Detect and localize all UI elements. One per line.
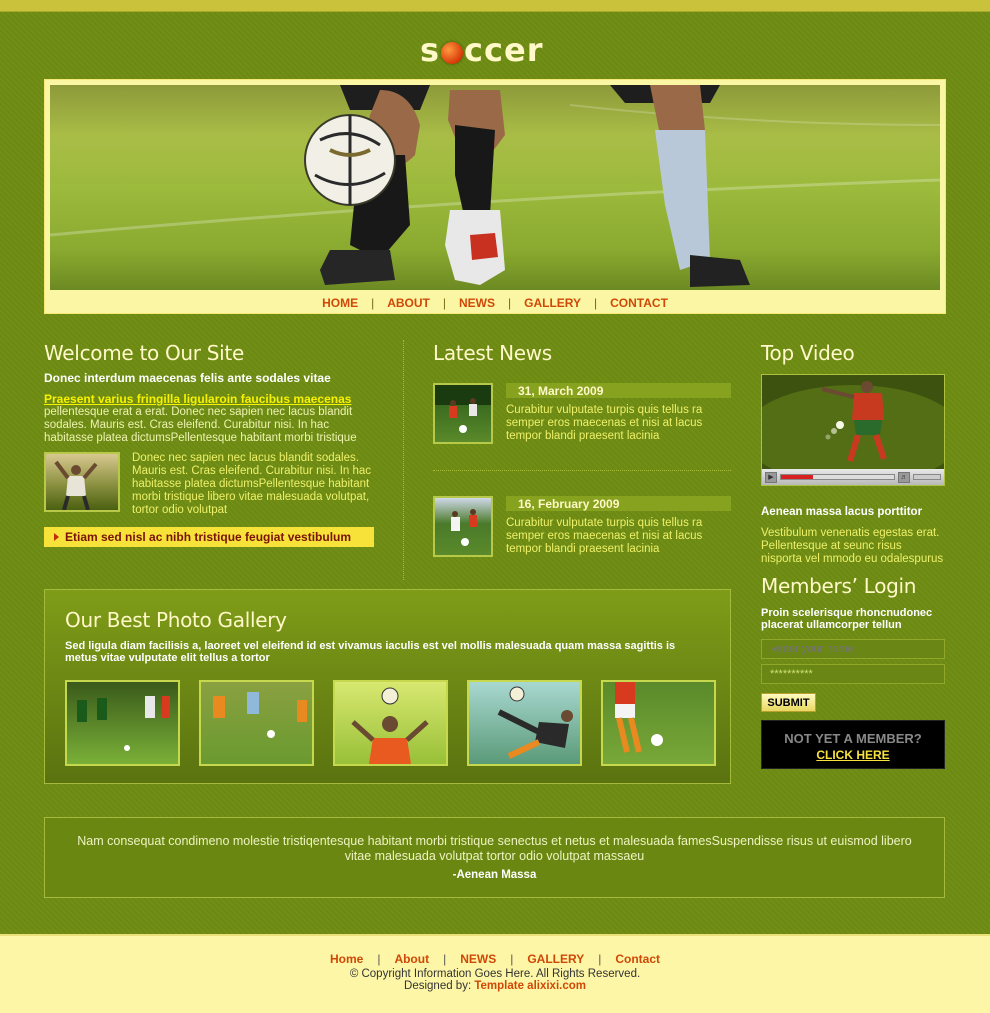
testimonial-text: Nam consequat condimeno molestie tristiq…: [77, 834, 912, 863]
arrow-right-icon: [54, 533, 59, 541]
highlight-bar-label: Etiam sed nisl ac nibh tristique feugiat…: [65, 530, 352, 544]
membership-box: NOT YET A MEMBER? CLICK HERE: [761, 720, 945, 769]
news-thumbnail[interactable]: [433, 383, 493, 444]
celebrating-player-thumbnail[interactable]: [44, 452, 120, 512]
testimonial-box: Nam consequat condimeno molestie tristiq…: [44, 817, 945, 898]
video-progress-bar[interactable]: [780, 474, 895, 480]
footer: Home | About | NEWS | GALLERY | Contact …: [0, 934, 990, 1013]
footer-nav: Home | About | NEWS | GALLERY | Contact: [0, 952, 990, 966]
welcome-lead: Donec interdum maecenas felis ante sodal…: [44, 371, 331, 385]
volume-slider[interactable]: [913, 474, 941, 480]
volume-icon[interactable]: ♬: [898, 471, 910, 483]
gallery-photo[interactable]: [601, 680, 716, 766]
soccer-ball-icon: [441, 42, 464, 64]
top-strip: [0, 0, 990, 12]
footer-nav-gallery[interactable]: GALLERY: [513, 952, 598, 966]
copyright-text: © Copyright Information Goes Here. All R…: [349, 968, 641, 980]
video-progress-fill: [781, 475, 813, 479]
designed-by-label: Designed by:: [404, 980, 472, 992]
membership-question: NOT YET A MEMBER?: [784, 731, 922, 746]
sidebar-right: Top Video ▶ ♬ Aenean massa lacus porttit…: [761, 341, 945, 769]
news-date: 31, March 2009: [506, 383, 731, 398]
username-input[interactable]: [761, 639, 945, 659]
photo-gallery: Our Best Photo Gallery Sed ligula diam f…: [44, 589, 731, 784]
video-controls: ▶ ♬: [762, 469, 944, 485]
gallery-title: Our Best Photo Gallery: [65, 608, 287, 632]
banner-photo: [50, 85, 940, 290]
welcome-link[interactable]: Praesent varius fringilla ligularoin fau…: [44, 392, 374, 406]
news-date: 16, February 2009: [506, 496, 731, 511]
news-item[interactable]: 31, March 2009 Curabitur vulputate turpi…: [433, 383, 731, 444]
login-description: Proin scelerisque rhoncnudonec placerat …: [761, 607, 933, 631]
news-summary: Curabitur vulputate turpis quis tellus r…: [506, 404, 703, 442]
top-video-title: Top Video: [761, 341, 855, 365]
video-description: Vestibulum venenatis egestas erat. Pelle…: [761, 527, 944, 565]
nav-gallery[interactable]: GALLERY: [511, 296, 594, 310]
gallery-thumbnails: [65, 680, 716, 766]
video-frame: [762, 375, 944, 485]
video-caption: Aenean massa lacus porttitor: [761, 506, 923, 518]
footer-nav-about[interactable]: About: [380, 952, 443, 966]
soccer-player-illustration: [50, 85, 940, 287]
nav-contact[interactable]: CONTACT: [597, 296, 681, 310]
site-logo[interactable]: s ccer: [420, 30, 543, 70]
footer-nav-home[interactable]: Home: [316, 952, 377, 966]
designer-link[interactable]: Template alixixi.com: [474, 980, 586, 992]
welcome-paragraph-2: Donec nec sapien nec lacus blandit sodal…: [132, 452, 372, 516]
footer-nav-news[interactable]: NEWS: [446, 952, 510, 966]
footer-nav-contact[interactable]: Contact: [601, 952, 674, 966]
nav-home[interactable]: HOME: [309, 296, 371, 310]
header-banner: HOME | ABOUT | NEWS | GALLERY | CONTACT: [44, 79, 946, 314]
password-field[interactable]: [761, 664, 945, 684]
column-divider: [403, 340, 404, 580]
designed-by: Designed by: Template alixixi.com: [0, 980, 990, 992]
nav-news[interactable]: NEWS: [446, 296, 508, 310]
news-item[interactable]: 16, February 2009 Curabitur vulputate tu…: [433, 496, 731, 557]
gallery-photo[interactable]: [199, 680, 314, 766]
news-section: Latest News 31, March 2009 Curabitur vul…: [433, 341, 731, 557]
gallery-photo[interactable]: [65, 680, 180, 766]
gallery-photo[interactable]: [467, 680, 582, 766]
gallery-subtitle: Sed ligula diam facilisis a, laoreet vel…: [65, 640, 676, 664]
logo-text-start: s: [420, 31, 441, 69]
news-summary: Curabitur vulputate turpis quis tellus r…: [506, 517, 703, 555]
welcome-paragraph: pellentesque erat a erat. Donec nec sapi…: [44, 406, 357, 444]
welcome-title: Welcome to Our Site: [44, 341, 244, 365]
submit-button[interactable]: SUBMIT: [761, 693, 816, 712]
play-icon[interactable]: ▶: [765, 471, 777, 483]
welcome-section: Welcome to Our Site Donec interdum maece…: [44, 341, 374, 547]
members-login-title: Members’ Login: [761, 574, 917, 598]
signup-link[interactable]: CLICK HERE: [816, 748, 889, 762]
main-nav: HOME | ABOUT | NEWS | GALLERY | CONTACT: [45, 292, 945, 314]
logo-text-end: ccer: [464, 31, 544, 69]
nav-about[interactable]: ABOUT: [374, 296, 443, 310]
welcome-highlight-bar[interactable]: Etiam sed nisl ac nibh tristique feugiat…: [44, 527, 374, 547]
news-divider: [433, 470, 731, 471]
news-title: Latest News: [433, 341, 552, 365]
testimonial-author: -Aenean Massa: [452, 869, 537, 881]
gallery-photo[interactable]: [333, 680, 448, 766]
welcome-row: Donec nec sapien nec lacus blandit sodal…: [44, 452, 374, 517]
video-player[interactable]: ▶ ♬: [761, 374, 945, 486]
news-thumbnail[interactable]: [433, 496, 493, 557]
